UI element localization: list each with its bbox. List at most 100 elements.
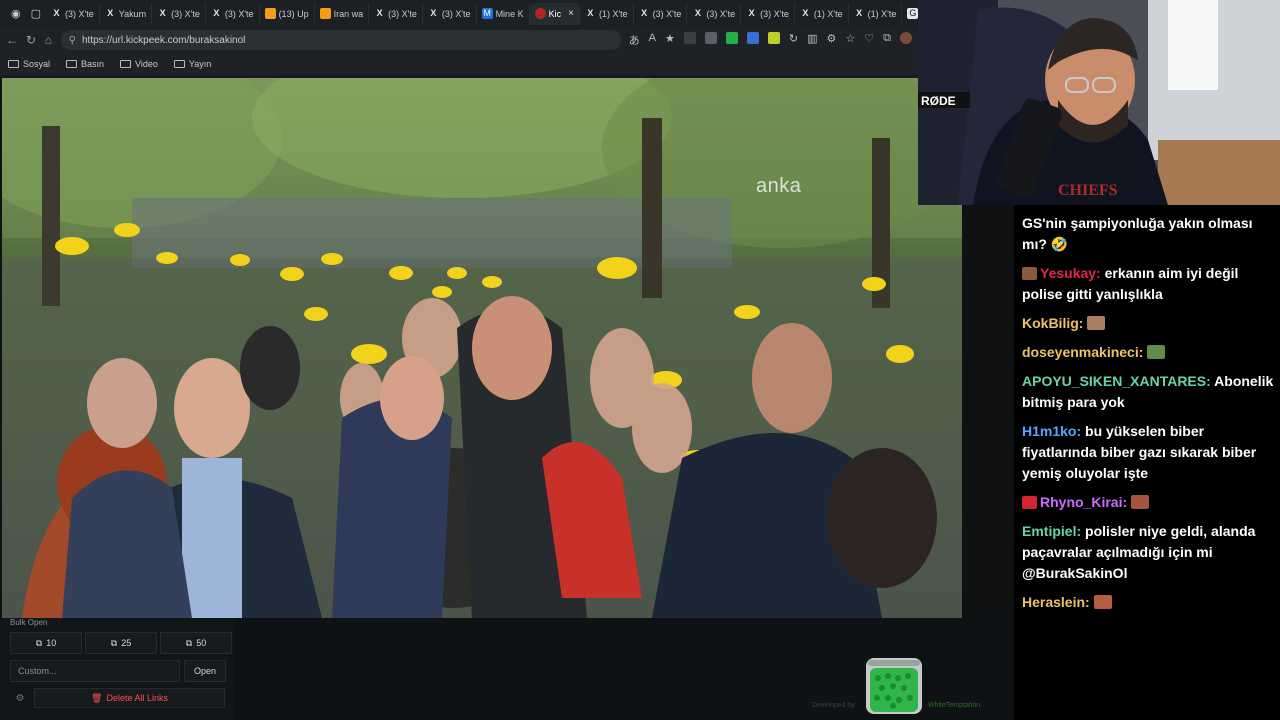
open-10-button[interactable]: ⧉ 10 [10, 632, 82, 654]
user-badge-icon [1022, 496, 1037, 509]
folder-icon [8, 60, 19, 68]
bookmark-folder-yayin[interactable]: Yayın [173, 59, 212, 69]
chat-username[interactable]: doseyenmakineci: [1022, 344, 1143, 360]
extension-5-icon[interactable] [767, 32, 780, 44]
back-icon[interactable]: ← [6, 33, 18, 47]
tabs-container: X (3) X'te X Yakum X (3) X'te X (3) X'te (13) Up… [46, 2, 951, 25]
button-label: Delete All Links [106, 693, 168, 703]
bookmark-label: Sosyal [23, 59, 51, 69]
bookmark-label: Basın [81, 59, 105, 69]
chat-username[interactable]: Emtipiel: [1022, 523, 1081, 539]
browser-tab[interactable]: X (3) X'te [423, 2, 477, 25]
browser-tab[interactable]: X (1) X'te [795, 2, 849, 25]
workspace-icon[interactable]: ▢ [26, 7, 46, 20]
gumball-jar-widget [866, 658, 922, 714]
chat-message: APOYU_SIKEN_XANTARES: Abonelik bitmiş pa… [1022, 371, 1274, 413]
extension-8-icon[interactable]: ♡ [864, 32, 874, 48]
browser-tab[interactable]: Iran wa [315, 2, 370, 25]
chat-message: Rhyno_Kirai: [1022, 492, 1274, 513]
chat-username[interactable]: APOYU_SIKEN_XANTARES: [1022, 373, 1211, 389]
chat-emote-icon [1087, 316, 1106, 330]
translate-icon[interactable]: あ [629, 32, 640, 48]
x-icon: X [107, 8, 114, 18]
tab-label: (3) X'te [706, 8, 736, 19]
extensions-icon[interactable]: ⧉ [883, 32, 891, 48]
custom-count-input[interactable]: Custom... [10, 660, 180, 682]
extension-7-icon[interactable]: ⚙ [827, 32, 837, 48]
chat-username[interactable]: Rhyno_Kirai: [1040, 494, 1127, 510]
browser-tab[interactable]: M Mine K [477, 2, 530, 25]
external-link-icon: ⧉ [110, 637, 118, 648]
tab-label: Kic [548, 8, 562, 19]
chat-username[interactable]: Heraslein: [1022, 594, 1090, 610]
favorite-star-icon[interactable]: ★ [665, 32, 675, 48]
live-chat-panel: GS'nin şampiyonluğa yakın olması mı? 🤣 Ye… [1014, 205, 1280, 720]
x-icon: X [856, 8, 863, 18]
chat-username[interactable]: Yesukay: [1040, 265, 1101, 281]
browser-tab[interactable]: X (3) X'te [634, 2, 688, 25]
close-tab-icon[interactable]: × [568, 8, 574, 19]
chat-emote-icon [1093, 595, 1112, 609]
chat-message: H1m1ko: bu yükselen biber fiyatlarında b… [1022, 421, 1274, 484]
address-bar[interactable]: ⚲ https://url.kickpeek.com/buraksakinol [60, 30, 621, 50]
site-info-icon[interactable]: ⚲ [69, 35, 76, 46]
favorites-icon[interactable]: ☆ [845, 32, 855, 48]
tab-label: (3) X'te [652, 8, 682, 19]
bookmark-folder-video[interactable]: Video [120, 59, 158, 69]
browser-tab[interactable]: X (3) X'te [369, 2, 423, 25]
svg-text:CHIEFS: CHIEFS [1058, 182, 1118, 199]
profile-icon[interactable]: ◉ [6, 7, 26, 20]
reload-icon[interactable]: ↻ [26, 33, 36, 47]
chat-emote-icon [1147, 345, 1166, 359]
extension-4-icon[interactable] [746, 32, 759, 44]
browser-tab[interactable]: X (3) X'te [46, 2, 100, 25]
open-button[interactable]: Open [184, 660, 226, 682]
tab-label: Yakum [118, 8, 147, 19]
browser-tab[interactable]: X (3) X'te [152, 2, 206, 25]
browser-tab[interactable]: X (1) X'te [849, 2, 903, 25]
read-aloud-icon[interactable]: A [649, 32, 656, 48]
browser-tab[interactable]: (13) Up [260, 2, 315, 25]
extension-6-icon[interactable]: ↻ [789, 32, 798, 48]
chat-message: doseyenmakineci: [1022, 342, 1274, 363]
home-icon[interactable]: ⌂ [44, 33, 53, 47]
profile-avatar[interactable] [900, 32, 912, 44]
split-screen-icon[interactable]: ▥ [807, 32, 817, 48]
folder-icon [173, 60, 185, 68]
browser-window: ◉ ▢ X (3) X'te X Yakum X (3) X'te X (3) X'te (13… [0, 0, 965, 78]
browser-tab[interactable]: X Yakum [100, 2, 153, 25]
chat-username[interactable]: H1m1ko: [1022, 423, 1081, 439]
open-50-button[interactable]: ⧉ 50 [160, 632, 232, 654]
extension-3-icon[interactable] [725, 32, 738, 44]
x-icon: X [641, 8, 648, 18]
tab-label: (1) X'te [598, 8, 628, 19]
extension-2-icon[interactable] [704, 32, 717, 44]
streamer-webcam: RØDE CHIEFS [918, 0, 1280, 205]
browser-tab[interactable]: X (3) X'te [741, 2, 795, 25]
tab-label: (3) X'te [441, 8, 471, 19]
bookmark-label: Yayın [188, 59, 212, 69]
open-25-button[interactable]: ⧉ 25 [85, 632, 157, 654]
browser-tab[interactable]: X (3) X'te [687, 2, 742, 25]
x-icon: X [802, 8, 809, 18]
chat-message: GS'nin şampiyonluğa yakın olması mı? 🤣 [1022, 213, 1274, 255]
orange-icon [319, 8, 331, 19]
delete-all-links-button[interactable]: 🗑 Delete All Links [34, 688, 225, 708]
x-icon: X [53, 8, 60, 18]
red-icon [534, 8, 546, 19]
bookmark-folder-basin[interactable]: Basın [66, 59, 104, 69]
folder-icon [120, 60, 132, 68]
extension-1-icon[interactable] [683, 32, 696, 44]
white-icon: G [907, 8, 919, 19]
external-link-icon: ⧉ [35, 637, 43, 648]
browser-tab[interactable]: Kic × [529, 2, 580, 25]
toolbar-actions: あ A ★ ↻ ▥ ⚙ ☆ ♡ ⧉ [629, 32, 912, 48]
chat-username[interactable]: KokBilig: [1022, 315, 1083, 331]
bookmark-folder-sosyal[interactable]: Sosyal [8, 59, 50, 69]
chat-text: GS'nin şampiyonluğa yakın olması mı? 🤣 [1022, 215, 1253, 252]
browser-tab[interactable]: X (1) X'te [580, 2, 634, 25]
news-video-player[interactable]: anka [2, 78, 962, 618]
tab-label: Mine K [495, 8, 524, 19]
browser-tab[interactable]: X (3) X'te [206, 2, 260, 25]
settings-gear-icon[interactable]: ⚙ [10, 688, 30, 708]
